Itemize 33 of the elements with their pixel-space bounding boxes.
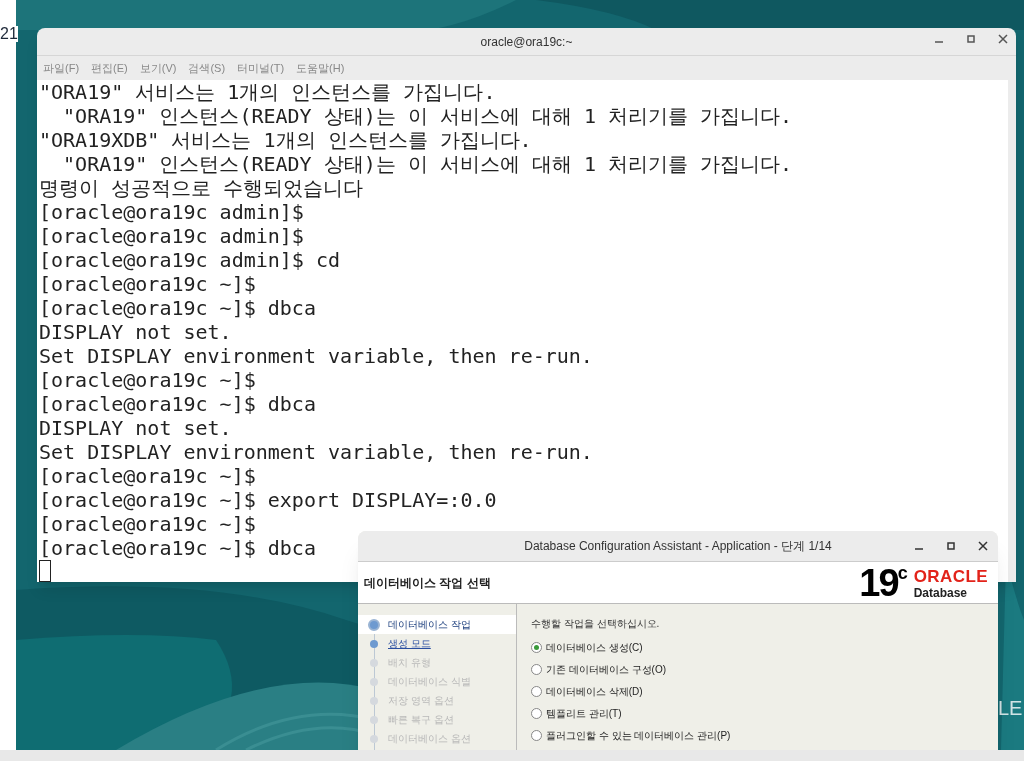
radio-button[interactable] <box>531 663 542 675</box>
maximize-icon[interactable] <box>966 34 976 44</box>
version-number: 19 <box>859 563 898 602</box>
close-icon[interactable] <box>998 34 1008 44</box>
radio-option[interactable]: 템플리트 관리(T) <box>531 705 998 721</box>
radio-button[interactable] <box>531 729 542 741</box>
brand-logo: ORACLE <box>913 567 988 585</box>
radio-option[interactable]: 기존 데이터베이스 구성(O) <box>531 661 998 677</box>
window-title: oracle@ora19c:~ <box>480 33 573 51</box>
radio-button[interactable] <box>531 685 542 697</box>
radio-option[interactable]: 데이터베이스 삭제(D) <box>531 683 998 699</box>
step-marker-icon <box>370 677 378 686</box>
step-item[interactable]: 데이터베이스 작업 <box>388 617 471 632</box>
product-name: Database <box>913 586 968 599</box>
version-superscript: c <box>897 563 908 582</box>
step-marker-icon <box>370 715 378 724</box>
step-marker-icon <box>370 658 378 667</box>
radio-option[interactable]: 플러그인할 수 있는 데이터베이스 관리(P) <box>531 727 998 743</box>
step-marker-icon <box>370 696 378 705</box>
wallpaper-text: LE <box>998 698 1023 718</box>
step-marker-icon <box>370 639 378 648</box>
clock-text: 21 <box>0 26 18 42</box>
radio-button[interactable] <box>531 707 542 719</box>
radio-option[interactable]: 데이터베이스 생성(C) <box>531 639 998 655</box>
step-marker-icon <box>368 618 380 631</box>
window-title: Database Configuration Assistant - Application - 단계 1/14 <box>524 538 832 555</box>
step-item[interactable]: 생성 모드 <box>388 636 431 651</box>
maximize-icon[interactable] <box>946 541 956 551</box>
page-heading: 데이터베이스 작업 선택 <box>364 574 491 592</box>
instruction-text: 수행할 작업을 선택하십시오. <box>531 617 661 631</box>
radio-button[interactable] <box>531 641 542 653</box>
step-marker-icon <box>370 734 378 743</box>
close-icon[interactable] <box>978 541 988 551</box>
